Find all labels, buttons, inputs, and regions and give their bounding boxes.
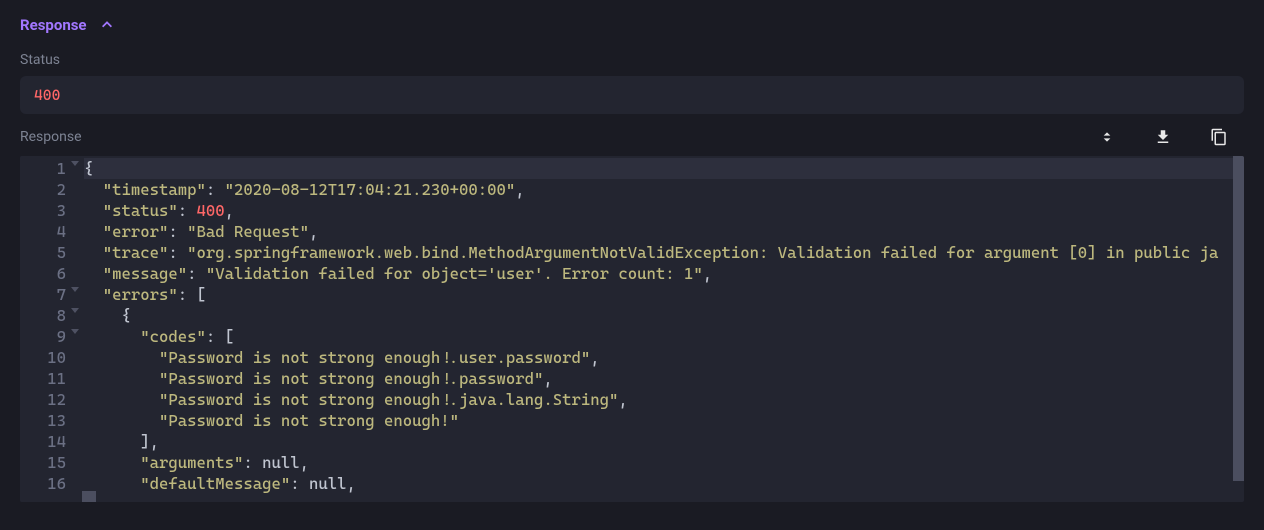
code-line[interactable]: "Password is not strong enough!.user.pas… <box>84 347 1244 368</box>
line-number: 15 <box>20 452 82 473</box>
code-line[interactable]: "message": "Validation failed for object… <box>84 263 1244 284</box>
code-line[interactable]: "arguments": null, <box>84 452 1244 473</box>
code-line[interactable]: { <box>84 158 1244 179</box>
status-value: 400 <box>20 76 1244 114</box>
code-line[interactable]: { <box>84 305 1244 326</box>
line-number: 9 <box>20 326 82 347</box>
code-line[interactable]: "errors": [ <box>84 284 1244 305</box>
code-line[interactable]: ], <box>84 431 1244 452</box>
line-number: 11 <box>20 368 82 389</box>
code-line[interactable]: "timestamp": "2020-08-12T17:04:21.230+00… <box>84 179 1244 200</box>
code-editor[interactable]: 12345678910111213141516 { "timestamp": "… <box>20 156 1244 502</box>
line-number: 2 <box>20 179 82 200</box>
fold-marker-icon[interactable] <box>71 287 79 292</box>
line-number: 8 <box>20 305 82 326</box>
copy-icon[interactable] <box>1210 128 1228 146</box>
line-number: 16 <box>20 473 82 494</box>
download-icon[interactable] <box>1154 128 1172 146</box>
code-line[interactable]: "Password is not strong enough!.java.lan… <box>84 389 1244 410</box>
line-number: 4 <box>20 221 82 242</box>
line-number: 10 <box>20 347 82 368</box>
code-line[interactable]: "status": 400, <box>84 200 1244 221</box>
code-line[interactable]: "error": "Bad Request", <box>84 221 1244 242</box>
line-number: 1 <box>20 158 82 179</box>
line-number: 13 <box>20 410 82 431</box>
code-content[interactable]: { "timestamp": "2020-08-12T17:04:21.230+… <box>82 156 1244 502</box>
response-header[interactable]: Response <box>6 6 1258 44</box>
horizontal-scrollbar-thumb[interactable] <box>82 491 96 502</box>
expand-icon[interactable] <box>1098 128 1116 146</box>
response-panel: Response Status 400 Response 12345678910… <box>0 0 1264 508</box>
code-line[interactable]: "Password is not strong enough!" <box>84 410 1244 431</box>
fold-marker-icon[interactable] <box>71 308 79 313</box>
response-title: Response <box>20 16 87 34</box>
response-body-label: Response <box>20 129 82 145</box>
code-line[interactable]: "codes": [ <box>84 326 1244 347</box>
status-label: Status <box>6 44 1258 76</box>
code-line[interactable]: "Password is not strong enough!.password… <box>84 368 1244 389</box>
line-number: 6 <box>20 263 82 284</box>
vertical-scrollbar-thumb[interactable] <box>1233 156 1244 481</box>
line-number: 7 <box>20 284 82 305</box>
fold-marker-icon[interactable] <box>71 161 79 166</box>
code-line[interactable]: "trace": "org.springframework.web.bind.M… <box>84 242 1244 263</box>
line-number: 14 <box>20 431 82 452</box>
line-gutter: 12345678910111213141516 <box>20 156 82 502</box>
vertical-scrollbar[interactable] <box>1233 156 1244 502</box>
horizontal-scrollbar[interactable] <box>82 491 1233 502</box>
line-number: 12 <box>20 389 82 410</box>
line-number: 3 <box>20 200 82 221</box>
response-toolbar <box>1098 128 1242 146</box>
response-toolbar-row: Response <box>6 114 1258 156</box>
chevron-up-icon[interactable] <box>99 17 115 33</box>
line-number: 5 <box>20 242 82 263</box>
fold-marker-icon[interactable] <box>71 329 79 334</box>
